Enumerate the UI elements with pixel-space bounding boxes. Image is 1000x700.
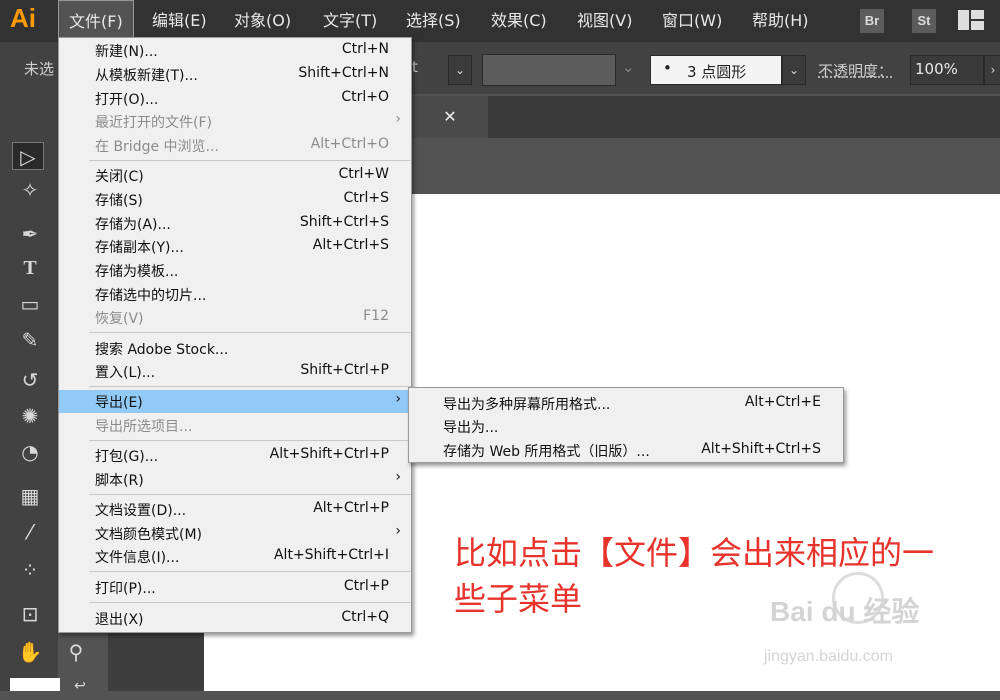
font-field-fragment: t — [412, 58, 418, 76]
menu-separator — [89, 494, 411, 495]
submenu-item-export-as[interactable]: 导出为... — [409, 414, 843, 437]
symbol-sprayer-icon[interactable]: ⁘ — [14, 556, 46, 584]
fill-swatch[interactable] — [10, 678, 60, 691]
annotation-line-1: 比如点击【文件】会出来相应的一 — [454, 534, 935, 572]
menu-item-document-color-mode[interactable]: 文档颜色模式(M) › — [59, 522, 411, 545]
menu-separator — [89, 160, 411, 161]
file-menu: 新建(N)... Ctrl+N 从模板新建(T)... Shift+Ctrl+N 打… — [58, 37, 412, 633]
workspace-layout-icon[interactable] — [958, 10, 984, 30]
menu-object[interactable]: 对象(O) — [224, 0, 301, 42]
warp-tool-icon[interactable]: ✺ — [14, 402, 46, 430]
pen-tool-icon[interactable]: ✒ — [14, 220, 46, 248]
menu-item-browse-in-bridge: 在 Bridge 中浏览... Alt+Ctrl+O — [95, 136, 389, 155]
menu-window[interactable]: 窗口(W) — [652, 0, 732, 42]
stroke-profile-value: 3 点圆形 — [687, 63, 747, 81]
menu-edit[interactable]: 编辑(E) — [142, 0, 217, 42]
menu-item-revert: 恢复(V) F12 — [95, 308, 389, 327]
menu-separator — [89, 602, 411, 603]
stroke-swatch[interactable] — [482, 54, 616, 86]
menu-separator — [89, 440, 411, 441]
zoom-tool-icon[interactable]: ⚲ — [60, 638, 92, 666]
menu-file[interactable]: 文件(F) — [58, 0, 134, 42]
opacity-chevron-icon[interactable]: › — [984, 55, 1000, 85]
menu-item-open[interactable]: 打开(O)... Ctrl+O — [59, 87, 411, 110]
menu-item-close[interactable]: 关闭(C) Ctrl+W — [59, 164, 411, 187]
menu-help[interactable]: 帮助(H) — [742, 0, 819, 42]
menu-item-document-setup[interactable]: 文档设置(D)... Alt+Ctrl+P — [59, 498, 411, 521]
shape-builder-icon[interactable]: ◔ — [14, 438, 46, 466]
menu-select[interactable]: 选择(S) — [396, 0, 471, 42]
swap-colors-icon[interactable]: ↩ — [64, 672, 96, 700]
chevron-down-icon[interactable]: ⌄ — [622, 58, 635, 76]
menu-item-file-info[interactable]: 文件信息(I)... Alt+Shift+Ctrl+I — [59, 545, 411, 568]
stroke-profile-dot-icon: • — [663, 59, 672, 77]
submenu-arrow-icon: › — [395, 111, 401, 127]
selection-status: 未选 — [24, 60, 55, 78]
menu-item-package[interactable]: 打包(G)... Alt+Shift+Ctrl+P — [59, 444, 411, 467]
menu-separator — [89, 386, 411, 387]
menu-item-export-selection: 导出所选项目... — [95, 419, 193, 435]
submenu-arrow-icon: › — [395, 523, 401, 539]
close-icon[interactable]: ✕ — [436, 104, 464, 130]
type-tool-icon[interactable]: T — [14, 254, 46, 282]
font-dropdown-chevron-icon[interactable]: ⌄ — [448, 55, 472, 85]
menu-item-recent-files: 最近打开的文件(F) › — [95, 111, 401, 131]
artboard-tool-icon[interactable]: ⊡ — [14, 600, 46, 628]
magic-wand-icon[interactable]: ✧ — [14, 176, 46, 204]
export-submenu: 导出为多种屏幕所用格式... Alt+Ctrl+E 导出为... 存储为 Web … — [408, 387, 844, 463]
rectangle-tool-icon[interactable]: ▭ — [14, 290, 46, 318]
menu-item-save[interactable]: 存储(S) Ctrl+S — [59, 188, 411, 211]
menu-item-save-as-template[interactable]: 存储为模板... — [59, 259, 411, 282]
stroke-profile-field[interactable]: • 3 点圆形 — [650, 55, 782, 85]
menu-item-save-as[interactable]: 存储为(A)... Shift+Ctrl+S — [59, 212, 411, 235]
selection-tool-icon[interactable]: ▷ — [12, 142, 44, 170]
tools-panel: ▷ ✧ ✒ T ▭ ✎ ↺ ✺ ◔ ▦ ⁄ ⁘ ⊡ ✋ ⚲ ↩ — [0, 94, 86, 694]
menu-separator — [89, 571, 411, 572]
menu-item-new[interactable]: 新建(N)... Ctrl+N — [59, 39, 411, 62]
menu-item-search-adobe-stock[interactable]: 搜索 Adobe Stock... — [59, 337, 411, 360]
menu-item-export[interactable]: 导出(E) › — [59, 390, 411, 413]
submenu-arrow-icon: › — [395, 391, 401, 407]
menu-item-new-from-template[interactable]: 从模板新建(T)... Shift+Ctrl+N — [59, 63, 411, 86]
menu-item-save-selected-slices[interactable]: 存储选中的切片... — [59, 283, 411, 306]
submenu-item-save-for-web[interactable]: 存储为 Web 所用格式（旧版）... Alt+Shift+Ctrl+S — [409, 438, 843, 461]
brush-tool-icon[interactable]: ✎ — [14, 326, 46, 354]
eyedropper-icon[interactable]: ⁄ — [14, 518, 46, 546]
illustrator-logo: Ai — [10, 3, 36, 33]
menu-type[interactable]: 文字(T) — [313, 0, 387, 42]
menu-item-save-copy[interactable]: 存储副本(Y)... Alt+Ctrl+S — [59, 235, 411, 258]
menu-item-place[interactable]: 置入(L)... Shift+Ctrl+P — [59, 360, 411, 383]
stock-icon[interactable]: St — [912, 9, 936, 33]
menu-view[interactable]: 视图(V) — [567, 0, 642, 42]
hand-tool-icon[interactable]: ✋ — [14, 638, 46, 666]
bridge-icon[interactable]: Br — [860, 9, 884, 33]
rotate-tool-icon[interactable]: ↺ — [14, 366, 46, 394]
submenu-item-export-for-screens[interactable]: 导出为多种屏幕所用格式... Alt+Ctrl+E — [409, 391, 843, 414]
mesh-tool-icon[interactable]: ▦ — [14, 482, 46, 510]
opacity-input[interactable]: 100% — [910, 55, 984, 85]
opacity-label[interactable]: 不透明度： — [818, 60, 893, 81]
menu-effect[interactable]: 效果(C) — [481, 0, 557, 42]
menu-item-exit[interactable]: 退出(X) Ctrl+Q — [59, 607, 411, 630]
watermark-brand: Bai du 经验 — [770, 596, 920, 627]
menu-item-scripts[interactable]: 脚本(R) › — [59, 468, 411, 491]
submenu-arrow-icon: › — [395, 469, 401, 485]
stroke-profile-chevron-icon[interactable]: ⌄ — [782, 55, 806, 85]
opacity-value: 100% — [915, 60, 958, 78]
watermark-url: jingyan.baidu.com — [764, 648, 893, 665]
menu-item-print[interactable]: 打印(P)... Ctrl+P — [59, 576, 411, 599]
menu-bar: Ai 文件(F) 编辑(E) 对象(O) 文字(T) 选择(S) 效果(C) 视… — [0, 0, 1000, 42]
menu-separator — [89, 332, 411, 333]
